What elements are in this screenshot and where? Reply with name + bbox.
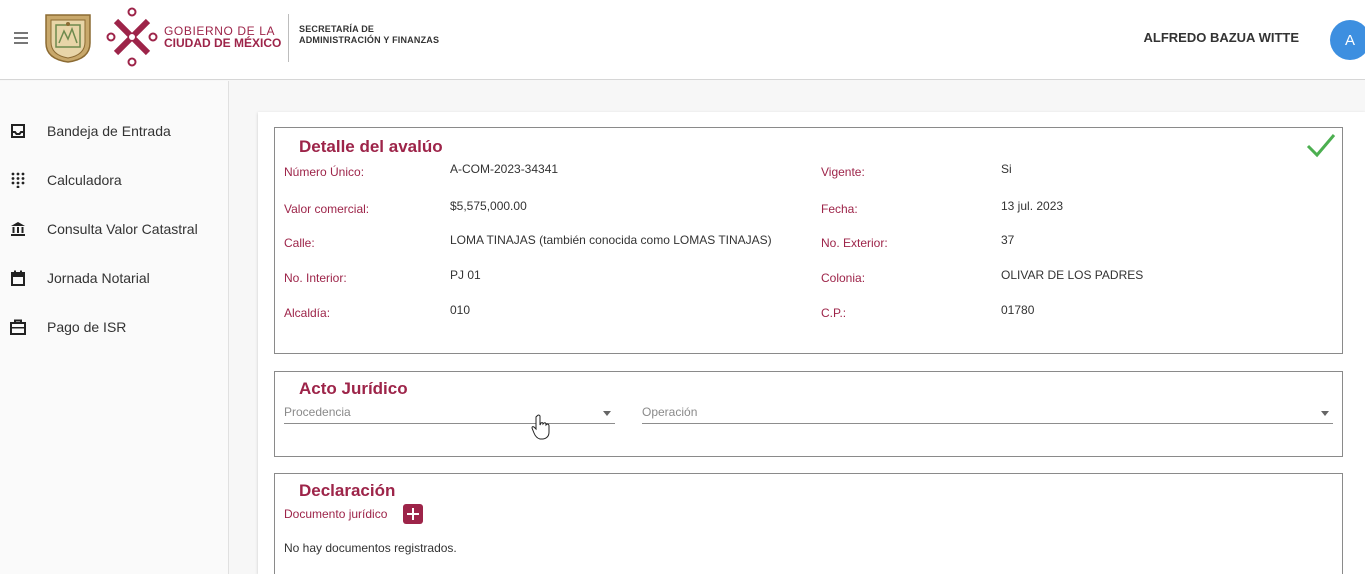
field-value-no-interior: PJ 01 [450,268,481,282]
field-value-vigente: Si [1001,162,1012,176]
add-document-button[interactable] [403,504,423,524]
sidebar-item-label: Consulta Valor Catastral [47,221,198,237]
field-value-cp: 01780 [1001,303,1035,317]
sidebar-item-label: Bandeja de Entrada [47,123,171,139]
sidebar: Bandeja de Entrada Calculadora Consulta … [0,81,229,574]
procedencia-select[interactable]: Procedencia [284,402,615,424]
field-value-no-exterior: 37 [1001,233,1015,247]
field-label-valor-comercial: Valor comercial: [284,202,370,216]
detalle-title: Detalle del avalúo [299,137,443,156]
field-label-vigente: Vigente: [821,165,865,179]
field-label-calle: Calle: [284,236,315,250]
sidebar-item-label: Pago de ISR [47,319,127,335]
gov-line-2: CIUDAD DE MÉXICO [164,36,282,50]
empty-documents-message: No hay documentos registrados. [284,541,457,555]
user-name[interactable]: ALFREDO BAZUA WITTE [1144,30,1300,45]
sidebar-item-consulta-valor[interactable]: Consulta Valor Catastral [0,209,229,249]
sidebar-item-calculadora[interactable]: Calculadora [0,160,229,200]
operacion-placeholder: Operación [642,405,698,419]
field-label-no-exterior: No. Exterior: [821,236,888,250]
field-value-calle: LOMA TINAJAS (también conocida como LOMA… [450,233,772,247]
field-label-cp: C.P.: [821,306,847,320]
user-avatar[interactable]: A [1330,20,1365,60]
field-value-colonia: OLIVAR DE LOS PADRES [1001,268,1144,282]
operacion-select[interactable]: Operación [642,402,1333,424]
bank-icon [11,222,25,236]
secretaria-line-1: SECRETARÍA DE [299,24,375,34]
sidebar-item-bandeja[interactable]: Bandeja de Entrada [0,111,229,151]
sidebar-item-jornada[interactable]: Jornada Notarial [0,258,229,298]
field-value-alcaldia: 010 [450,303,471,317]
field-label-no-interior: No. Interior: [284,271,347,285]
field-label-alcaldia: Alcaldía: [284,306,331,320]
check-icon [1306,134,1336,158]
secretaria-name: SECRETARÍA DE ADMINISTRACIÓN Y FINANZAS [299,24,439,46]
chevron-down-icon [603,411,611,416]
declaracion-title: Declaración [299,481,396,500]
header-divider [288,14,289,62]
documento-juridico-label: Documento jurídico [284,507,388,521]
briefcase-icon [10,319,26,335]
field-value-numero-unico: A-COM-2023-34341 [450,162,559,176]
hamburger-menu-icon[interactable] [12,28,32,48]
top-bar: GOBIERNO DE LA CIUDAD DE MÉXICO SECRETAR… [0,0,1365,80]
field-value-valor-comercial: $5,575,000.00 [450,199,527,213]
chevron-down-icon [1321,411,1329,416]
inbox-icon [11,124,25,138]
acto-title: Acto Jurídico [299,379,408,398]
calendar-icon [11,270,25,286]
field-label-numero-unico: Número Único: [284,165,365,179]
procedencia-placeholder: Procedencia [284,405,351,419]
field-value-fecha: 13 jul. 2023 [1001,199,1064,213]
detalle-avaluo-panel: Detalle del avalúo [274,127,1343,354]
field-label-fecha: Fecha: [821,202,858,216]
dialpad-icon [11,172,25,188]
government-name: GOBIERNO DE LA CIUDAD DE MÉXICO [164,25,281,49]
secretaria-line-2: ADMINISTRACIÓN Y FINANZAS [299,35,440,45]
hand-cursor-icon [531,414,550,440]
sidebar-item-pago-isr[interactable]: Pago de ISR [0,307,229,347]
declaracion-panel: Declaración [274,473,1343,574]
cdmx-x-logo [106,7,158,67]
cdmx-coat-of-arms-logo [45,14,91,63]
sidebar-item-label: Jornada Notarial [47,270,150,286]
field-label-colonia: Colonia: [821,271,866,285]
sidebar-item-label: Calculadora [47,172,122,188]
